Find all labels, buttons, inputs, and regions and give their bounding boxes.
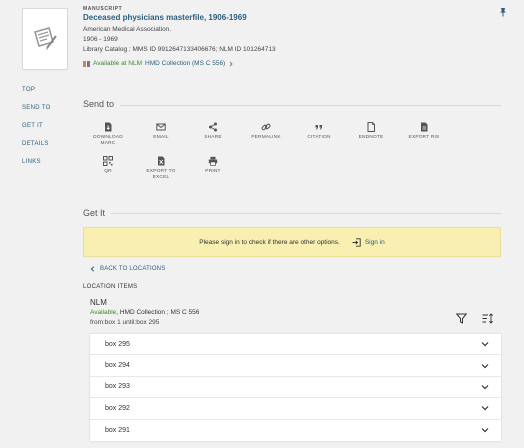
item-label: box 293 <box>105 383 130 391</box>
permalink-button[interactable]: PERMALINK <box>246 122 286 141</box>
sign-in-banner: Please sign in to check if there are oth… <box>83 227 501 257</box>
document-icon <box>367 122 375 132</box>
nav-links[interactable]: LINKS <box>22 159 41 165</box>
chevron-down-icon[interactable] <box>481 384 489 390</box>
item-label: box 294 <box>105 362 130 370</box>
chevron-down-icon[interactable] <box>481 405 489 411</box>
list-item[interactable]: box 292 <box>90 398 501 420</box>
chevron-down-icon[interactable] <box>481 427 489 433</box>
print-button[interactable]: PRINT <box>193 156 233 175</box>
filter-button[interactable] <box>455 311 468 329</box>
library-availability: Available, HMD Collection ; MS C 556 <box>90 309 199 316</box>
pin-icon[interactable] <box>498 4 508 17</box>
send-to-divider <box>120 105 501 106</box>
quote-icon <box>315 125 322 130</box>
record-dates: 1906 - 1969 <box>83 36 118 43</box>
permalink-label: PERMALINK <box>251 135 281 140</box>
library-status: Available <box>90 309 117 316</box>
chevron-down-icon[interactable] <box>481 363 489 369</box>
export-ris-label: EXPORT RIS <box>408 135 440 140</box>
item-label: box 295 <box>105 340 130 348</box>
chevron-down-icon[interactable] <box>481 341 489 347</box>
chevron-left-icon <box>90 266 95 272</box>
share-icon <box>209 122 217 132</box>
item-label: box 291 <box>105 426 130 434</box>
item-label: box 292 <box>105 404 130 412</box>
get-it-heading: Get It <box>83 208 106 218</box>
nav-details[interactable]: DETAILS <box>22 141 49 147</box>
library-location: , HMD Collection ; MS C 556 <box>116 309 200 316</box>
export-excel-button[interactable]: EXPORT TO EXCEL <box>141 156 181 181</box>
sort-button[interactable] <box>482 311 494 329</box>
share-label: SHARE <box>204 135 222 140</box>
library-name: NLM <box>90 298 107 307</box>
export-ris-button[interactable]: EXPORT RIS <box>404 122 444 141</box>
list-item[interactable]: box 291 <box>90 420 501 441</box>
share-button[interactable]: SHARE <box>193 122 233 141</box>
availability-line[interactable]: Available at NLM HMD Collection (MS C 55… <box>83 60 234 67</box>
download-marc-button[interactable]: DOWNLOAD MARC <box>88 122 128 147</box>
print-label: PRINT <box>205 169 221 174</box>
record-title[interactable]: Deceased physicians masterfile, 1906-196… <box>83 13 247 22</box>
get-it-divider <box>111 213 501 214</box>
nav-top[interactable]: TOP <box>22 87 35 93</box>
record-author: American Medical Association. <box>83 26 172 33</box>
location-items-heading: LOCATION ITEMS <box>83 284 138 290</box>
sign-in-label: Sign in <box>364 238 385 246</box>
print-icon <box>208 156 218 166</box>
link-icon <box>261 123 271 131</box>
availability-location: HMD Collection (MS C 556) <box>145 60 226 67</box>
sign-in-link[interactable]: Sign in <box>352 237 385 247</box>
record-identifiers: Library Catalog ; MMS ID 991264713340667… <box>83 46 276 53</box>
list-item[interactable]: box 295 <box>90 334 501 356</box>
back-to-locations-link[interactable]: BACK TO LOCATIONS <box>90 266 165 272</box>
sort-icon <box>482 313 494 324</box>
email-button[interactable]: EMAIL <box>141 122 181 141</box>
export-excel-label: EXPORT TO EXCEL <box>146 169 176 180</box>
qr-icon <box>103 156 113 166</box>
list-item[interactable]: box 293 <box>90 377 501 399</box>
qr-label: QR <box>104 169 112 174</box>
list-item[interactable]: box 294 <box>90 355 501 377</box>
record-thumbnail[interactable] <box>22 8 68 70</box>
location-items-list: box 295 box 294 box 293 box 292 box 291 <box>90 334 501 441</box>
citation-button[interactable]: CITATION <box>299 122 339 141</box>
send-to-heading: Send to <box>83 99 115 109</box>
export-ris-icon <box>421 122 428 132</box>
back-to-locations-label: BACK TO LOCATIONS <box>100 266 166 272</box>
citation-label: CITATION <box>307 135 331 140</box>
email-icon <box>156 123 166 131</box>
endnote-button[interactable]: ENDNOTE <box>351 122 391 141</box>
record-type: MANUSCRIPT <box>83 6 123 12</box>
download-icon <box>105 122 112 132</box>
download-marc-label: DOWNLOAD MARC <box>93 135 123 146</box>
qr-button[interactable]: QR <box>88 156 128 175</box>
email-label: EMAIL <box>153 135 169 140</box>
item-range: from:box 1 until:box 295 <box>90 319 160 326</box>
availability-status: Available at NLM <box>93 60 143 67</box>
endnote-label: ENDNOTE <box>358 135 384 140</box>
nav-send-to[interactable]: SEND TO <box>22 105 51 111</box>
banner-text: Please sign in to check if there are oth… <box>199 238 340 246</box>
library-icon <box>83 60 90 67</box>
filter-icon <box>455 313 468 324</box>
manuscript-icon <box>34 27 57 50</box>
sign-in-icon <box>352 237 361 247</box>
nav-get-it[interactable]: GET IT <box>22 123 43 129</box>
chevron-right-icon <box>229 61 233 66</box>
excel-icon <box>158 156 165 166</box>
